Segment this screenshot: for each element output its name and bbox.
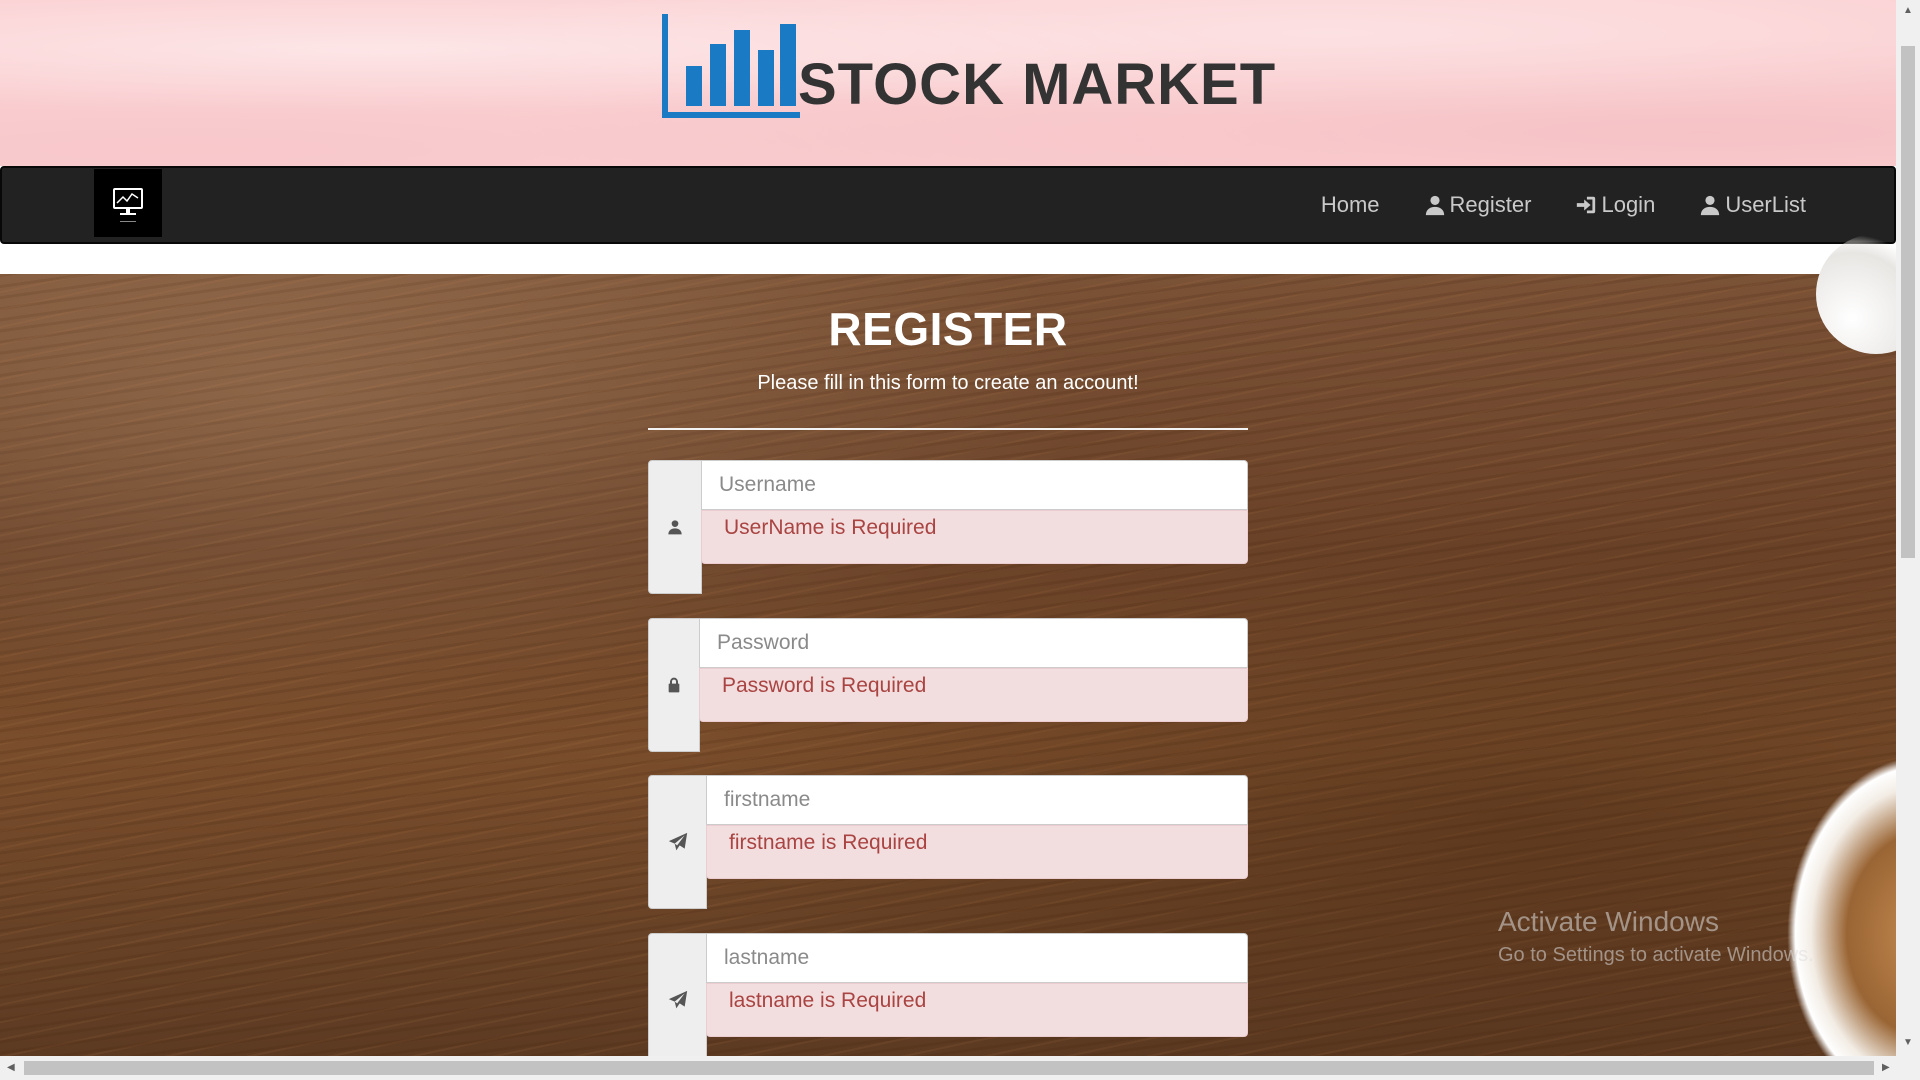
browser-viewport: STOCK MARKET Home Register Login UserLis… — [0, 0, 1896, 1056]
scroll-left-arrow-icon[interactable]: ◀ — [7, 1063, 15, 1073]
nav-userlist[interactable]: UserList — [1699, 192, 1806, 218]
password-addon — [648, 618, 700, 752]
user-icon — [1701, 195, 1720, 216]
firstname-addon — [648, 775, 707, 909]
coffee-cup-image — [1786, 754, 1896, 1056]
nav-login-label: Login — [1601, 192, 1656, 217]
scroll-down-arrow-icon[interactable]: ▼ — [1903, 1038, 1913, 1048]
horizontal-scrollbar[interactable]: ◀ ▶ — [0, 1056, 1920, 1080]
header-banner: STOCK MARKET — [0, 0, 1896, 166]
nav-userlist-label: UserList — [1725, 192, 1806, 217]
vertical-scrollbar[interactable]: ▲ ▼ — [1896, 0, 1920, 1056]
watermark-subtitle: Go to Settings to activate Windows. — [1498, 944, 1814, 966]
bar-chart-logo-icon — [662, 14, 800, 118]
nav-home-label: Home — [1320, 192, 1380, 217]
form-title: REGISTER — [828, 303, 1068, 355]
vertical-scroll-thumb[interactable] — [1901, 46, 1915, 558]
lastname-field-group: lastname is Required — [648, 933, 1248, 1056]
firstname-input[interactable] — [706, 775, 1248, 825]
brand: STOCK MARKET — [660, 14, 1276, 120]
password-error: Password is Required — [699, 668, 1248, 722]
username-addon — [648, 460, 702, 594]
user-icon — [668, 520, 682, 535]
nav-logo[interactable] — [94, 169, 162, 237]
monitor-chart-icon — [113, 188, 143, 222]
form-divider — [648, 428, 1248, 430]
username-field-group: UserName is Required — [648, 460, 1248, 594]
lock-icon — [668, 677, 680, 693]
username-error: UserName is Required — [701, 510, 1248, 564]
navbar: Home Register Login UserList — [0, 166, 1896, 244]
login-icon — [1577, 196, 1596, 214]
firstname-error: firstname is Required — [706, 825, 1248, 879]
lastname-error: lastname is Required — [706, 983, 1248, 1037]
scroll-right-arrow-icon[interactable]: ▶ — [1882, 1063, 1890, 1073]
password-field-group: Password is Required — [648, 618, 1248, 752]
nav-links: Home Register Login UserList — [1321, 168, 1806, 242]
activate-windows-watermark: Activate Windows Go to Settings to activ… — [1498, 906, 1814, 967]
password-input[interactable] — [699, 618, 1248, 668]
lastname-addon — [648, 933, 707, 1056]
lastname-input[interactable] — [706, 933, 1248, 983]
user-icon — [1425, 195, 1444, 216]
horizontal-scroll-thumb[interactable] — [24, 1061, 1874, 1075]
nav-register-label: Register — [1449, 192, 1532, 217]
site-title: STOCK MARKET — [798, 52, 1277, 117]
watermark-title: Activate Windows — [1498, 906, 1719, 937]
nav-register[interactable]: Register — [1424, 192, 1532, 218]
paper-plane-icon — [668, 832, 687, 851]
nav-login[interactable]: Login — [1575, 192, 1655, 218]
scroll-up-arrow-icon[interactable]: ▲ — [1903, 6, 1913, 16]
firstname-field-group: firstname is Required — [648, 775, 1248, 909]
username-input[interactable] — [701, 460, 1248, 510]
nav-home[interactable]: Home — [1321, 192, 1380, 218]
form-subtitle: Please fill in this form to create an ac… — [757, 372, 1139, 394]
paper-plane-icon — [668, 990, 687, 1009]
